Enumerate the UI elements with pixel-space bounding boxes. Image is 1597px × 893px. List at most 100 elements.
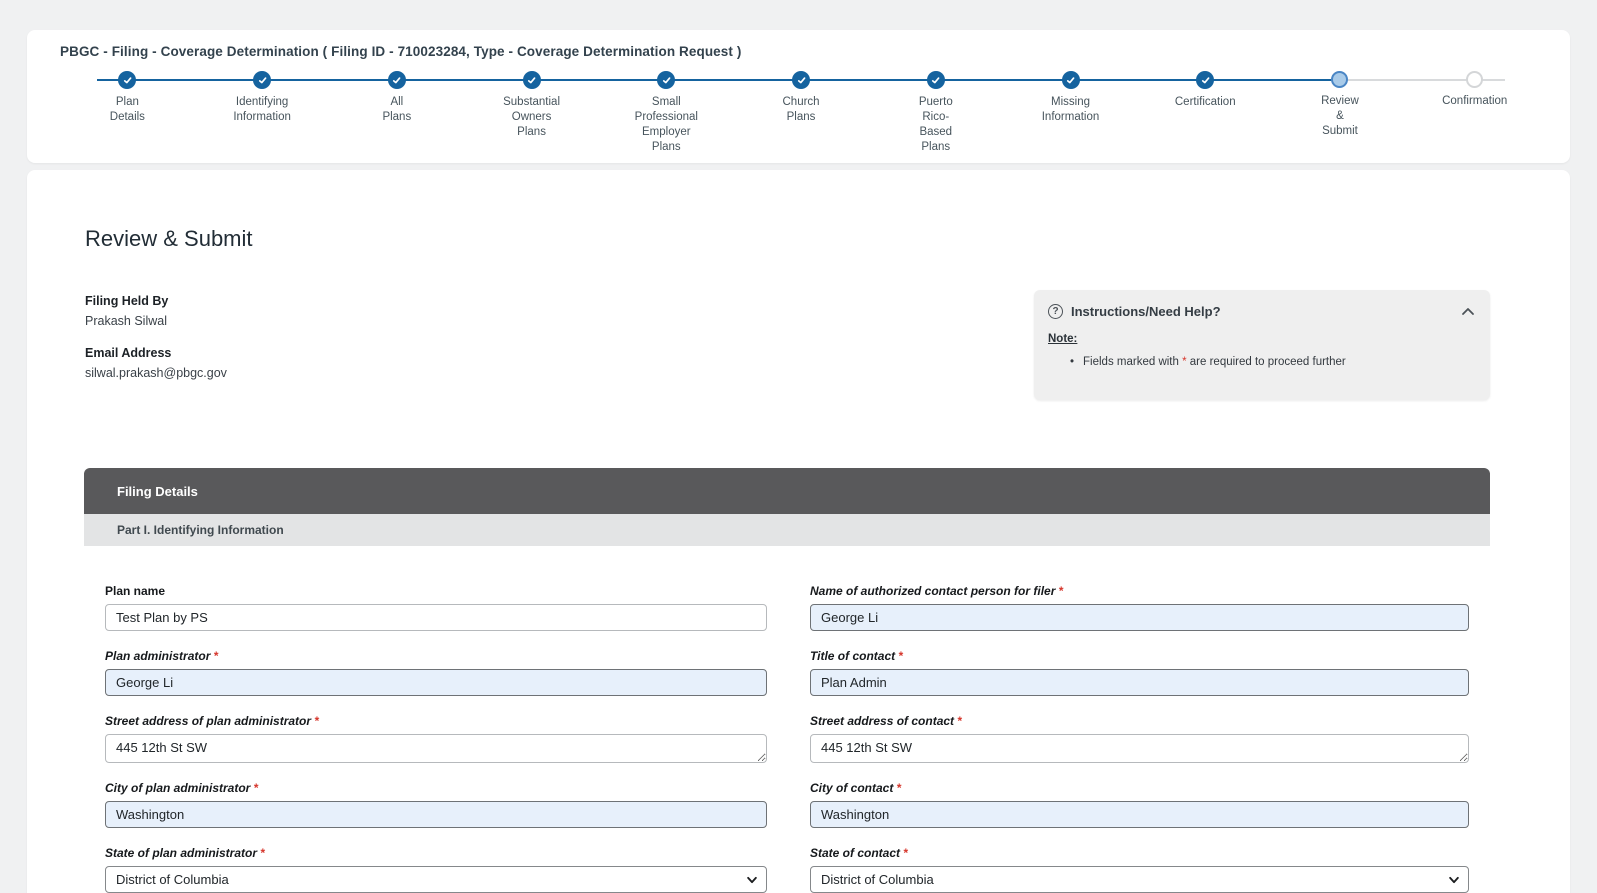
plan-administrator-field: Plan administrator* [105, 649, 767, 696]
note-label: Note: [1048, 333, 1490, 345]
name-of-authorized-contact-person-for-filer-input[interactable] [810, 604, 1469, 631]
step-connector [801, 79, 868, 81]
filing-details-header: Filing Details [84, 468, 1490, 514]
question-circle-icon: ? [1048, 304, 1063, 319]
plan-name-input[interactable] [105, 604, 767, 631]
part1-title: Part I. Identifying Information [117, 523, 284, 537]
check-icon [118, 71, 136, 89]
instructions-panel: ? Instructions/Need Help? Note: Fields m… [1034, 290, 1490, 400]
state-of-plan-administrator-label: State of plan administrator* [105, 846, 767, 860]
step-label: Review & Submit [1321, 94, 1359, 154]
street-address-of-contact-textarea[interactable] [810, 734, 1469, 763]
check-icon [792, 71, 810, 89]
step-puerto-rico-based-plans[interactable]: Puerto Rico- Based Plans [868, 71, 1003, 155]
required-asterisk: * [213, 649, 218, 663]
step-label: Confirmation [1442, 94, 1507, 154]
city-of-contact-input[interactable] [810, 801, 1469, 828]
check-icon [523, 71, 541, 89]
filing-details-title: Filing Details [117, 484, 198, 499]
plan-administrator-label: Plan administrator* [105, 649, 767, 663]
instructions-header[interactable]: ? Instructions/Need Help? [1034, 290, 1490, 319]
check-icon [657, 71, 675, 89]
step-plan-details[interactable]: Plan Details [60, 71, 195, 155]
check-icon [927, 71, 945, 89]
stepper: Plan Details Identifying Information All P… [60, 71, 1542, 155]
step-label: Plan Details [110, 95, 145, 155]
state-of-plan-administrator-select-wrap: District of Columbia [105, 866, 767, 893]
page-title: Review & Submit [85, 226, 1570, 252]
step-connector [532, 79, 599, 81]
step-identifying-information[interactable]: Identifying Information [195, 71, 330, 155]
step-circle-icon [1331, 71, 1348, 88]
street-address-of-contact-field: Street address of contact* [810, 714, 1469, 763]
chevron-up-icon[interactable] [1461, 306, 1475, 317]
title-of-contact-field: Title of contact* [810, 649, 1469, 696]
city-of-plan-administrator-label: City of plan administrator* [105, 781, 767, 795]
step-connector [1407, 79, 1474, 81]
street-address-of-plan-administrator-textarea[interactable] [105, 734, 767, 763]
check-icon [253, 71, 271, 89]
stepper-card: PBGC - Filing - Coverage Determination (… [27, 30, 1570, 163]
review-submit-panel: Review & Submit Filing Held By Prakash S… [27, 170, 1570, 893]
step-missing-information[interactable]: Missing Information [1003, 71, 1138, 155]
name-of-authorized-contact-person-for-filer-label: Name of authorized contact person for fi… [810, 584, 1469, 598]
plan-name-label: Plan name [105, 584, 767, 598]
note-bullet: Fields marked with * are required to pro… [1070, 356, 1490, 368]
city-of-plan-administrator-field: City of plan administrator* [105, 781, 767, 828]
step-label: Missing Information [1042, 95, 1100, 155]
street-address-of-contact-label: Street address of contact* [810, 714, 1469, 728]
step-label: All Plans [382, 95, 411, 155]
state-of-contact-select-wrap: District of Columbia [810, 866, 1469, 893]
identifying-information-form: Plan name Plan administrator* Street addre… [105, 546, 1570, 893]
instructions-title: Instructions/Need Help? [1071, 304, 1221, 319]
required-asterisk: * [314, 714, 319, 728]
city-of-plan-administrator-input[interactable] [105, 801, 767, 828]
step-connector [195, 79, 262, 81]
name-of-authorized-contact-person-for-filer-field: Name of authorized contact person for fi… [810, 584, 1469, 631]
step-connector [868, 79, 935, 81]
city-of-contact-label: City of contact* [810, 781, 1469, 795]
required-asterisk: * [898, 649, 903, 663]
state-of-contact-label: State of contact* [810, 846, 1469, 860]
step-label: Church Plans [783, 95, 820, 155]
step-review-submit[interactable]: Review & Submit [1273, 71, 1408, 155]
filing-title: PBGC - Filing - Coverage Determination (… [60, 44, 1542, 59]
step-connector [127, 79, 194, 81]
check-icon [1196, 71, 1214, 89]
required-asterisk: * [896, 781, 901, 795]
step-connector [1205, 79, 1272, 81]
plan-name-field: Plan name [105, 584, 767, 631]
step-certification[interactable]: Certification [1138, 71, 1273, 155]
step-substantial-owners-plans[interactable]: Substantial Owners Plans [464, 71, 599, 155]
step-label: Substantial Owners Plans [503, 95, 560, 155]
required-asterisk: * [260, 846, 265, 860]
step-all-plans[interactable]: All Plans [329, 71, 464, 155]
step-connector [329, 79, 396, 81]
step-connector [262, 79, 329, 81]
state-of-plan-administrator-field: State of plan administrator* District of … [105, 846, 767, 893]
required-asterisk: * [1058, 584, 1063, 598]
title-of-contact-label: Title of contact* [810, 649, 1469, 663]
step-connector [1273, 79, 1340, 81]
check-icon [388, 71, 406, 89]
step-church-plans[interactable]: Church Plans [734, 71, 869, 155]
street-address-of-plan-administrator-field: Street address of plan administrator* [105, 714, 767, 763]
step-label: Certification [1175, 95, 1236, 155]
required-asterisk: * [903, 846, 908, 860]
state-of-plan-administrator-select[interactable]: District of Columbia [105, 866, 767, 893]
step-confirmation[interactable]: Confirmation [1407, 71, 1542, 155]
street-address-of-plan-administrator-label: Street address of plan administrator* [105, 714, 767, 728]
step-connector [464, 79, 531, 81]
required-asterisk: * [253, 781, 258, 795]
step-connector [599, 79, 666, 81]
step-connector [734, 79, 801, 81]
state-of-contact-field: State of contact* District of Columbia [810, 846, 1469, 893]
step-connector [1003, 79, 1070, 81]
state-of-contact-select[interactable]: District of Columbia [810, 866, 1469, 893]
form-column-left: Plan name Plan administrator* Street addre… [105, 546, 767, 893]
title-of-contact-input[interactable] [810, 669, 1469, 696]
plan-administrator-input[interactable] [105, 669, 767, 696]
step-small-professional-employer-plans[interactable]: Small Professional Employer Plans [599, 71, 734, 155]
step-label: Puerto Rico- Based Plans [919, 95, 953, 155]
step-connector [1071, 79, 1138, 81]
